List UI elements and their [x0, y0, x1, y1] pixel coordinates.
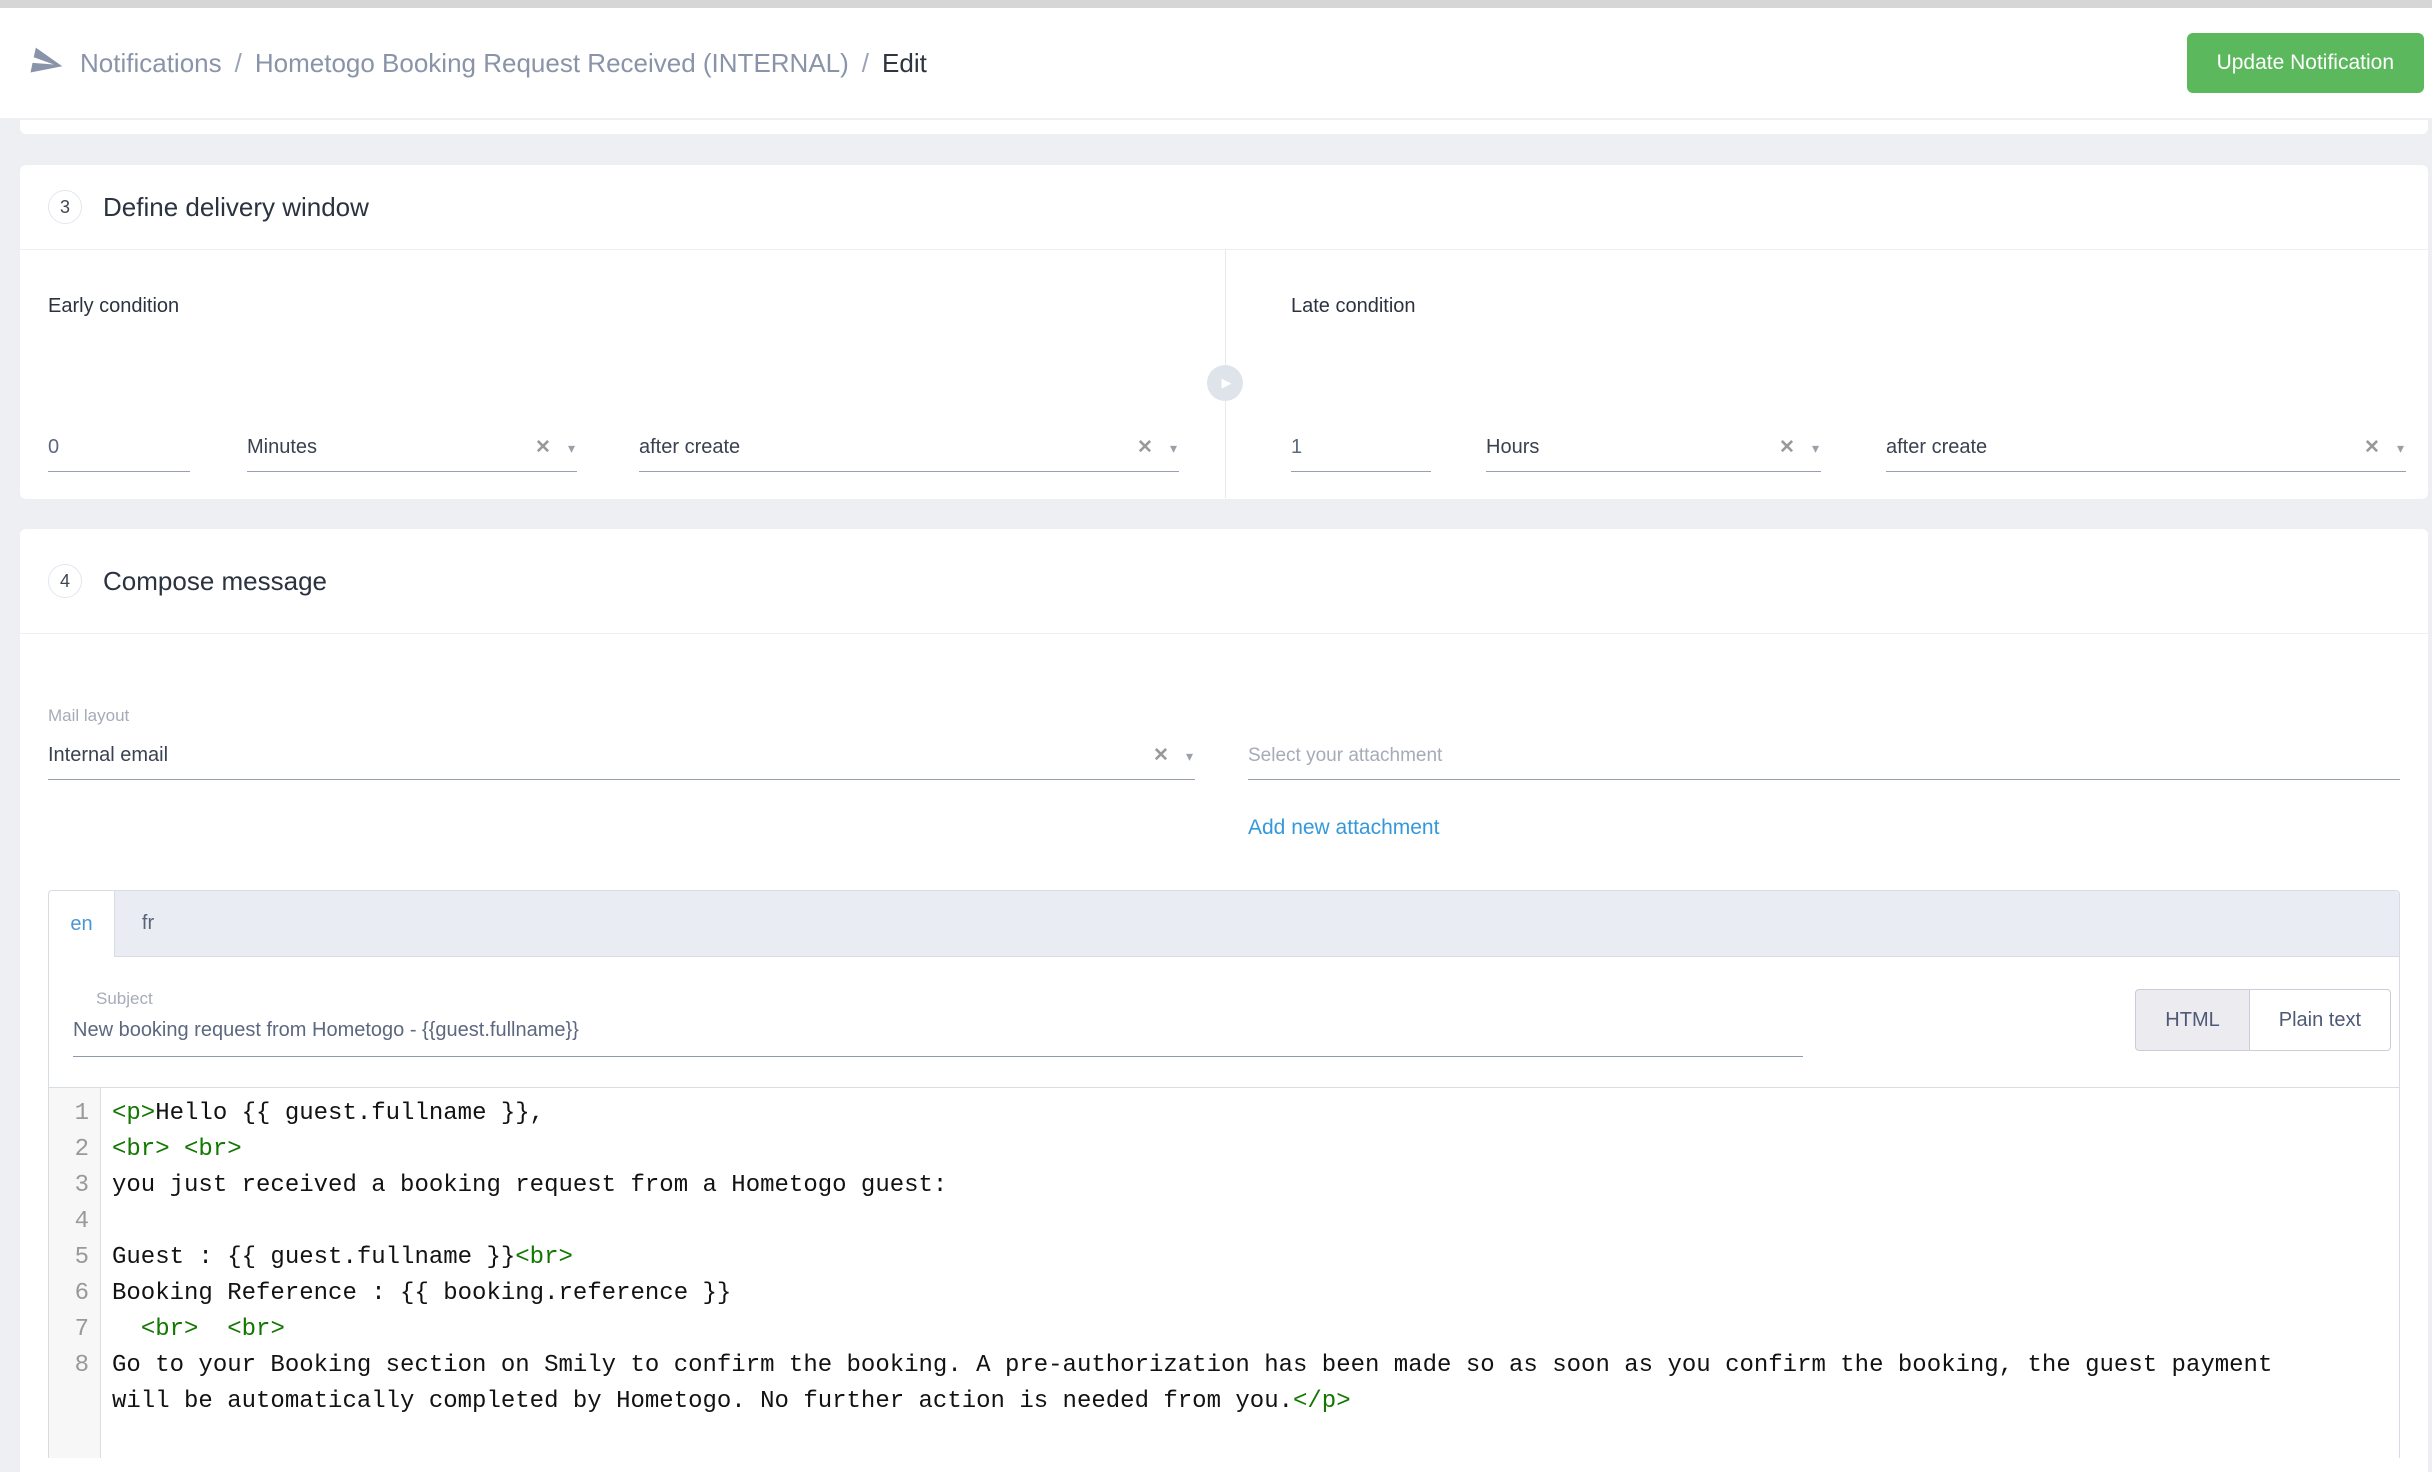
format-toggle-group: HTML Plain text [2135, 989, 2391, 1051]
code-text[interactable]: Go to your Booking section on Smily to c… [101, 1348, 2301, 1420]
dropdown-caret-icon[interactable]: ▾ [568, 441, 575, 455]
code-line[interactable]: 2<br> <br> [49, 1132, 2399, 1168]
section-header: 4 Compose message [20, 529, 2428, 634]
early-unit-value: Minutes [247, 436, 317, 459]
line-number: 4 [49, 1204, 101, 1240]
add-new-attachment-link[interactable]: Add new attachment [1248, 816, 1439, 840]
breadcrumb-link-notification-name[interactable]: Hometogo Booking Request Received (INTER… [255, 48, 849, 79]
section-title: Compose message [103, 566, 327, 597]
late-condition-label: Late condition [1291, 295, 2428, 318]
code-line[interactable]: 4 [49, 1204, 2399, 1240]
late-unit-select[interactable]: Hours ✕ ▾ [1486, 414, 1821, 472]
line-number: 7 [49, 1312, 101, 1348]
tab-en[interactable]: en [49, 891, 115, 957]
late-condition-panel: Late condition Hours ✕ ▾ after create ✕ [1225, 250, 2428, 498]
early-condition-panel: Early condition Minutes ✕ ▾ after create… [20, 250, 1225, 498]
late-direction-value: after create [1886, 436, 1987, 459]
delivery-window-body: Early condition Minutes ✕ ▾ after create… [20, 250, 2428, 498]
attachment-input[interactable] [1248, 745, 2400, 767]
code-text[interactable]: <br> <br> [101, 1132, 2301, 1168]
mail-layout-field: Mail layout Internal email ✕ ▾ [48, 706, 1195, 840]
mail-layout-select[interactable]: Internal email ✕ ▾ [48, 732, 1195, 780]
clear-icon[interactable]: ✕ [535, 438, 551, 457]
code-text[interactable]: <br> <br> [101, 1312, 2301, 1348]
early-value-field[interactable] [48, 414, 190, 472]
line-number: 6 [49, 1276, 101, 1312]
early-condition-label: Early condition [48, 295, 1225, 318]
late-value-field[interactable] [1291, 414, 1431, 472]
early-unit-select[interactable]: Minutes ✕ ▾ [247, 414, 577, 472]
message-editor-panel: en fr Subject HTML Plain text 1<p>Hello … [48, 890, 2400, 1458]
section-title: Define delivery window [103, 192, 369, 223]
subject-field: Subject [73, 989, 1803, 1057]
code-line[interactable]: 1<p>Hello {{ guest.fullname }}, [49, 1096, 2399, 1132]
play-icon: ▶ [1207, 365, 1243, 401]
clear-icon[interactable]: ✕ [1153, 746, 1169, 765]
tab-content: Subject HTML Plain text 1<p>Hello {{ gue… [49, 957, 2399, 1458]
tab-fr[interactable]: fr [115, 891, 181, 956]
step-number-badge: 4 [48, 564, 82, 598]
dropdown-caret-icon[interactable]: ▾ [1170, 441, 1177, 455]
attachment-field: Add new attachment [1248, 706, 2400, 840]
breadcrumb-separator: / [862, 48, 869, 79]
mail-layout-label: Mail layout [48, 706, 1195, 726]
line-number: 1 [49, 1096, 101, 1132]
late-direction-select[interactable]: after create ✕ ▾ [1886, 414, 2406, 472]
early-value-input[interactable] [48, 436, 190, 459]
code-line[interactable]: 6Booking Reference : {{ booking.referenc… [49, 1276, 2399, 1312]
section-header: 3 Define delivery window [20, 165, 2428, 250]
early-direction-value: after create [639, 436, 740, 459]
code-text[interactable]: Guest : {{ guest.fullname }}<br> [101, 1240, 2301, 1276]
code-line[interactable]: 3you just received a booking request fro… [49, 1168, 2399, 1204]
clear-icon[interactable]: ✕ [1137, 438, 1153, 457]
line-number: 8 [49, 1348, 101, 1420]
subject-input[interactable] [73, 1019, 1803, 1056]
html-format-button[interactable]: HTML [2135, 989, 2249, 1051]
line-number: 2 [49, 1132, 101, 1168]
late-unit-value: Hours [1486, 436, 1539, 459]
breadcrumb-current-edit: Edit [882, 48, 927, 79]
compose-body: Mail layout Internal email ✕ ▾ Add new a… [20, 634, 2428, 1458]
breadcrumb-separator: / [235, 48, 242, 79]
clear-icon[interactable]: ✕ [1779, 438, 1795, 457]
locale-tab-strip: en fr [49, 891, 2399, 957]
code-text[interactable]: Booking Reference : {{ booking.reference… [101, 1276, 2301, 1312]
early-direction-select[interactable]: after create ✕ ▾ [639, 414, 1179, 472]
update-notification-button[interactable]: Update Notification [2187, 33, 2424, 93]
code-line[interactable]: 5Guest : {{ guest.fullname }}<br> [49, 1240, 2399, 1276]
window-top-edge [0, 0, 2432, 8]
previous-card-edge [20, 120, 2428, 134]
plain-text-format-button[interactable]: Plain text [2250, 989, 2391, 1051]
late-value-input[interactable] [1291, 436, 1431, 459]
code-text[interactable]: <p>Hello {{ guest.fullname }}, [101, 1096, 2301, 1132]
compose-message-section: 4 Compose message Mail layout Internal e… [20, 529, 2428, 1472]
dropdown-caret-icon[interactable]: ▾ [1186, 749, 1193, 763]
line-number: 5 [49, 1240, 101, 1276]
clear-icon[interactable]: ✕ [2364, 438, 2380, 457]
subject-label: Subject [96, 989, 1803, 1009]
breadcrumb-link-notifications[interactable]: Notifications [80, 48, 222, 79]
paper-plane-icon [30, 46, 64, 80]
define-delivery-window-section: 3 Define delivery window Early condition… [20, 165, 2428, 499]
code-line[interactable]: 8Go to your Booking section on Smily to … [49, 1348, 2399, 1420]
step-number-badge: 3 [48, 190, 82, 224]
dropdown-caret-icon[interactable]: ▾ [2397, 441, 2404, 455]
code-text[interactable] [101, 1204, 2301, 1240]
breadcrumb: Notifications / Hometogo Booking Request… [30, 46, 927, 80]
code-line[interactable]: 7 <br> <br> [49, 1312, 2399, 1348]
attachment-select[interactable] [1248, 732, 2400, 780]
line-number: 3 [49, 1168, 101, 1204]
html-code-editor[interactable]: 1<p>Hello {{ guest.fullname }},2<br> <br… [49, 1087, 2399, 1458]
page-header: Notifications / Hometogo Booking Request… [0, 8, 2432, 118]
dropdown-caret-icon[interactable]: ▾ [1812, 441, 1819, 455]
mail-layout-value: Internal email [48, 744, 168, 767]
code-text[interactable]: you just received a booking request from… [101, 1168, 2301, 1204]
